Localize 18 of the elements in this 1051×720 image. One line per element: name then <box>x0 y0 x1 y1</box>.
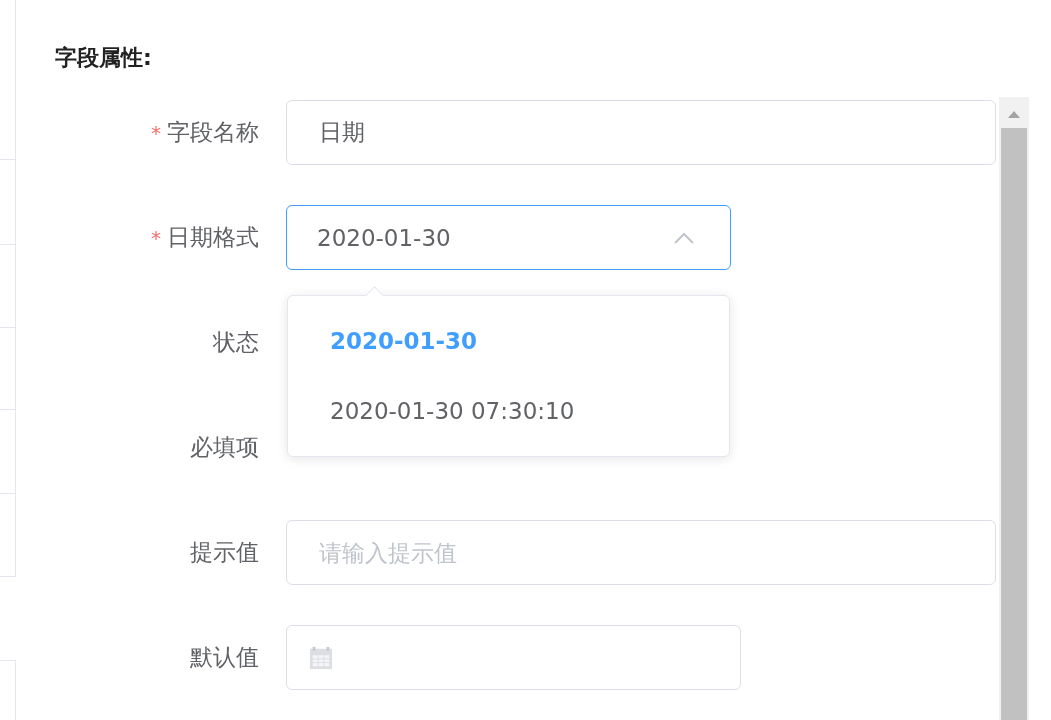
scroll-up-arrow-icon[interactable] <box>1008 111 1020 118</box>
dropdown-option[interactable]: 2020-01-30 07:30:10 <box>288 376 729 446</box>
calendar-icon <box>309 645 333 670</box>
required-asterisk: * <box>151 120 161 145</box>
field-label: 状态 <box>213 328 259 357</box>
input-field[interactable]: 请输入提示值 <box>286 520 996 585</box>
input-field[interactable]: 日期 <box>286 100 996 165</box>
required-asterisk: * <box>151 225 161 250</box>
section-title: 字段属性: <box>55 44 152 72</box>
chevron-icon <box>674 231 694 244</box>
scrollbar-thumb[interactable] <box>1001 128 1027 720</box>
field-label: 必填项 <box>190 433 259 462</box>
scrollbar[interactable] <box>999 97 1029 720</box>
field-label: 提示值 <box>190 538 259 567</box>
field-label: 字段名称 <box>167 118 259 147</box>
date-field[interactable] <box>286 625 741 690</box>
field-label: 日期格式 <box>167 223 259 252</box>
field-label: 默认值 <box>190 643 259 672</box>
